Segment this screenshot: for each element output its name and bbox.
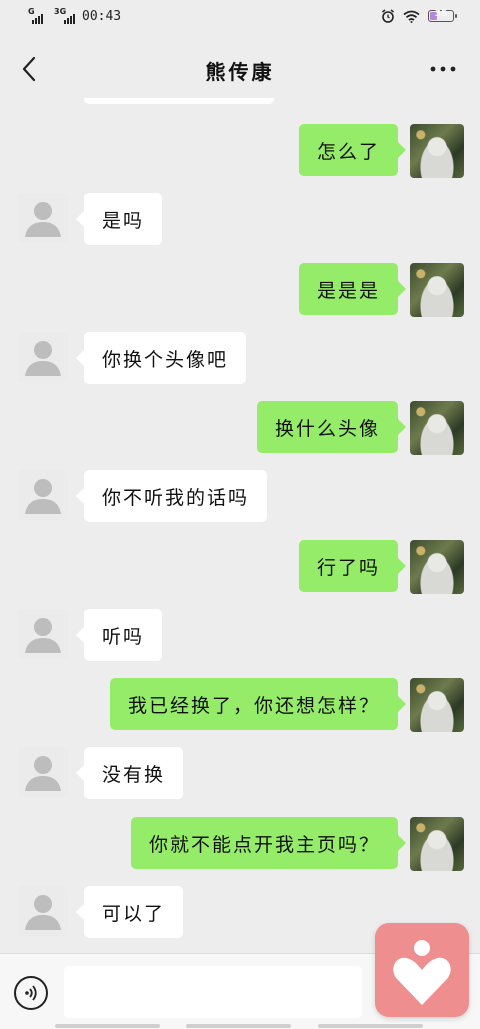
contact-avatar[interactable] — [18, 332, 68, 382]
message-row-received: 听吗 — [0, 607, 480, 663]
message-bubble[interactable]: 是是是 — [298, 263, 407, 315]
contact-avatar[interactable] — [18, 470, 68, 520]
nav-indicator-left — [55, 1024, 160, 1028]
status-bar: G 3G 00:43 35 — [0, 0, 480, 36]
status-time: 00:43 — [82, 9, 122, 24]
voice-input-icon — [25, 985, 37, 1001]
message-row-sent: 行了吗 — [0, 538, 480, 594]
my-avatar[interactable] — [410, 678, 464, 732]
message-row-sent: 换什么头像 — [0, 399, 480, 455]
message-bubble[interactable]: 听吗 — [75, 609, 163, 661]
message-row-sent: 是是是 — [0, 261, 480, 317]
floating-app-button[interactable] — [375, 923, 469, 1017]
message-list[interactable]: 怎么了是吗是是是 你换个头像吧 换什么头像你不听我的话吗 行了吗听吗我已经换了，你还想… — [0, 98, 480, 953]
battery-icon: 35 — [428, 9, 457, 22]
my-avatar[interactable] — [410, 124, 464, 178]
contact-avatar[interactable] — [18, 747, 68, 797]
message-row-received: 你不听我的话吗 — [0, 468, 480, 524]
status-left: G 3G 00:43 — [28, 7, 122, 25]
message-bubble[interactable]: 你换个头像吧 — [75, 332, 247, 384]
signal-icon: G — [28, 7, 48, 24]
message-bubble[interactable]: 可以了 — [75, 886, 184, 938]
nav-indicator-right — [318, 1024, 423, 1028]
message-bubble[interactable]: 你不听我的话吗 — [75, 470, 268, 522]
message-bubble[interactable]: 是吗 — [75, 193, 163, 245]
message-row-received: 没有换 — [0, 745, 480, 801]
message-row-sent: 你就不能点开我主页吗？ — [0, 815, 480, 871]
signal-3g-icon: 3G — [54, 7, 75, 24]
default-avatar-icon — [25, 895, 61, 930]
message-row-received: 你换个头像吧 — [0, 330, 480, 386]
more-options-button[interactable] — [428, 54, 458, 84]
alarm-icon — [382, 9, 394, 23]
partial-message-bubble — [84, 98, 274, 104]
contact-avatar[interactable] — [18, 886, 68, 936]
battery-percent: 35 — [434, 9, 448, 19]
message-bubble[interactable]: 行了吗 — [298, 540, 407, 592]
contact-avatar[interactable] — [18, 609, 68, 659]
my-avatar[interactable] — [410, 817, 464, 871]
default-avatar-icon — [25, 202, 61, 237]
default-avatar-icon — [25, 479, 61, 514]
message-row-received: 是吗 — [0, 191, 480, 247]
wifi-icon — [403, 10, 420, 23]
message-row-sent: 怎么了 — [0, 122, 480, 178]
message-bubble[interactable]: 你就不能点开我主页吗？ — [130, 817, 407, 869]
nav-indicator-center — [186, 1024, 291, 1028]
message-bubble[interactable]: 怎么了 — [298, 124, 407, 176]
my-avatar[interactable] — [410, 263, 464, 317]
message-input[interactable] — [64, 966, 362, 1018]
heart-person-icon — [393, 940, 451, 1005]
message-bubble[interactable]: 没有换 — [75, 747, 184, 799]
contact-avatar[interactable] — [18, 193, 68, 243]
message-bubble[interactable]: 换什么头像 — [256, 401, 407, 453]
chat-title: 熊传康 — [205, 60, 275, 84]
default-avatar-icon — [25, 341, 61, 376]
status-right: 35 — [381, 9, 457, 23]
message-row-sent: 我已经换了，你还想怎样？ — [0, 676, 480, 732]
chat-header: 熊传康 — [0, 40, 480, 98]
voice-input-button[interactable] — [14, 976, 48, 1010]
default-avatar-icon — [25, 618, 61, 653]
default-avatar-icon — [25, 756, 61, 791]
message-bubble[interactable]: 我已经换了，你还想怎样？ — [109, 678, 407, 730]
my-avatar[interactable] — [410, 401, 464, 455]
my-avatar[interactable] — [410, 540, 464, 594]
